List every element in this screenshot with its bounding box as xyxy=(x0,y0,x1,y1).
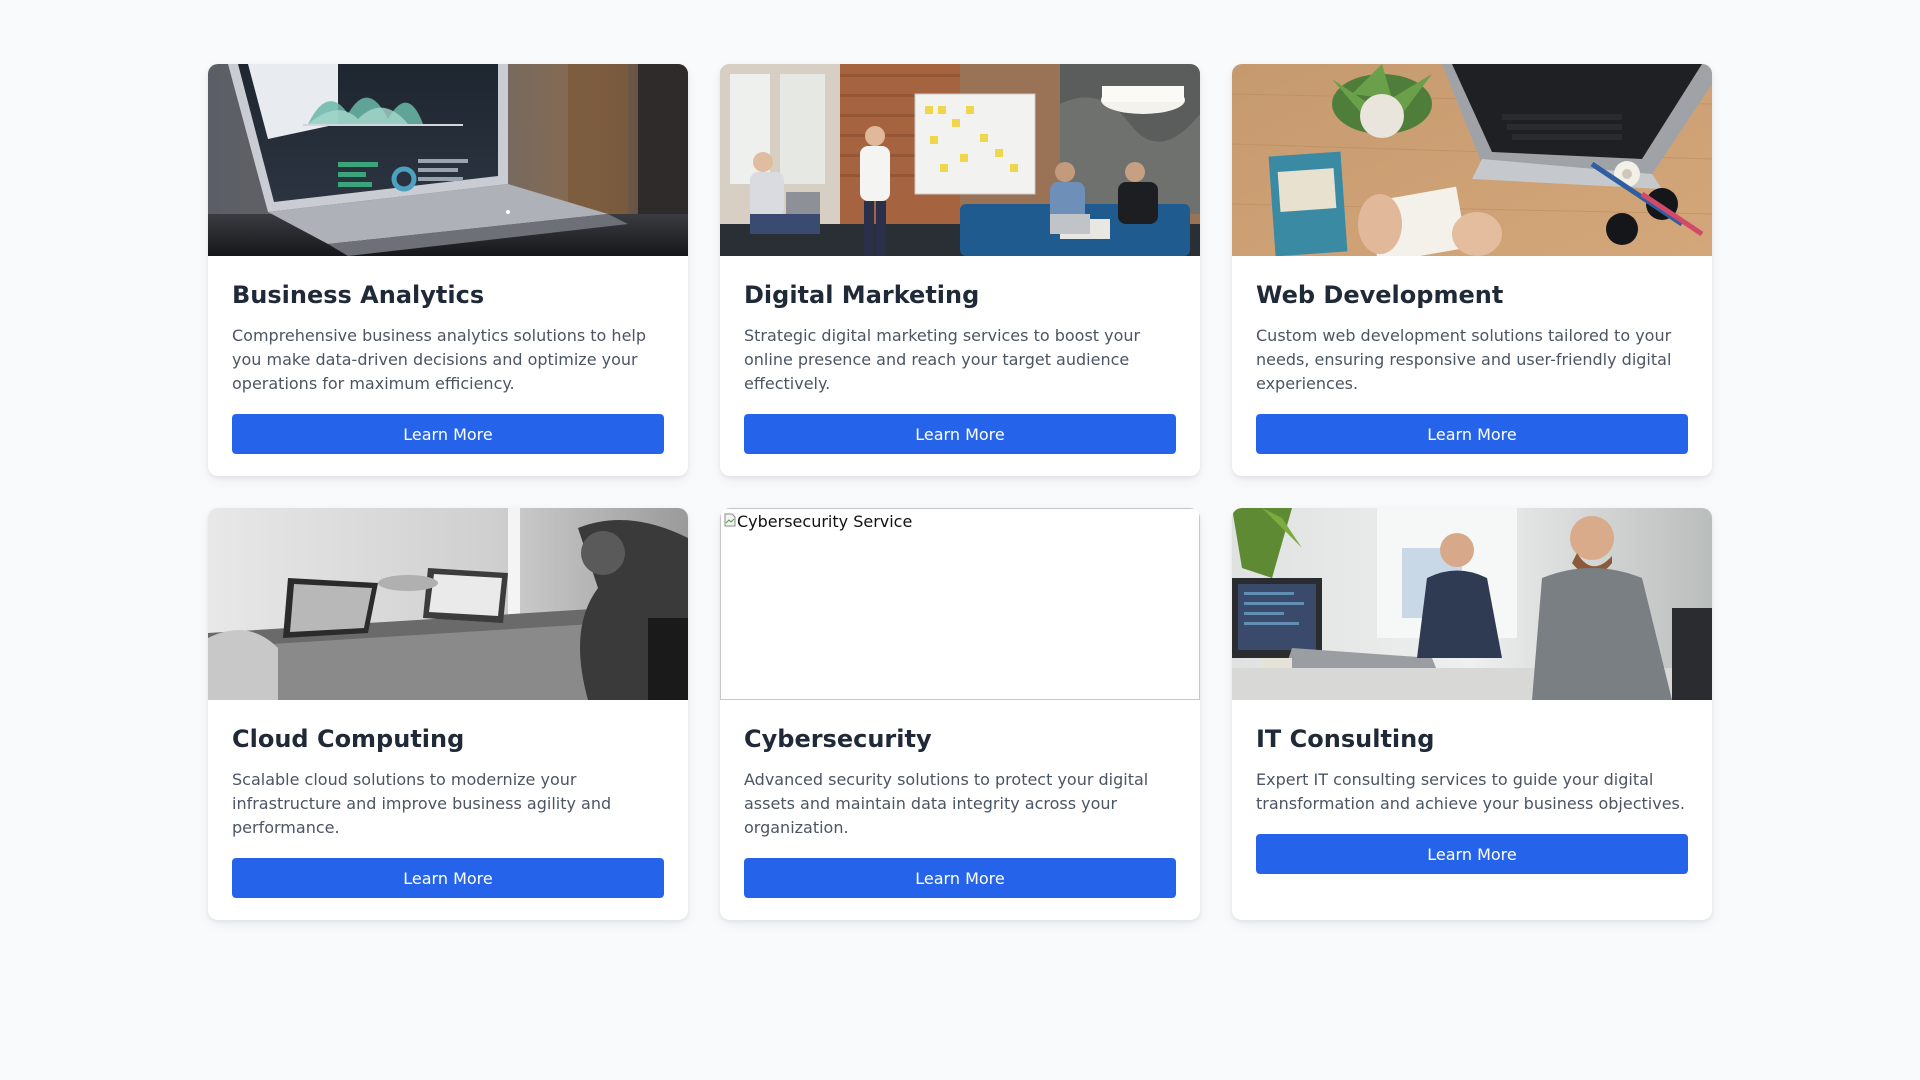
services-grid: Business Analytics Comprehensive busines… xyxy=(208,64,1712,920)
digital-marketing-image xyxy=(720,64,1200,256)
card-description: Expert IT consulting services to guide y… xyxy=(1256,770,1685,813)
card-title: Web Development xyxy=(1256,281,1504,309)
service-card-it-consulting: IT Consulting Expert IT consulting servi… xyxy=(1232,508,1712,920)
card-description: Comprehensive business analytics solutio… xyxy=(232,326,647,393)
card-body: Cybersecurity Advanced security solution… xyxy=(720,700,1200,920)
card-body: Business Analytics Comprehensive busines… xyxy=(208,256,688,476)
card-body: Digital Marketing Strategic digital mark… xyxy=(720,256,1200,476)
cybersecurity-image-broken: Cybersecurity Service xyxy=(720,508,1200,700)
card-title: Cybersecurity xyxy=(744,725,932,753)
service-card-cloud-computing: Cloud Computing Scalable cloud solutions… xyxy=(208,508,688,920)
card-body: Web Development Custom web development s… xyxy=(1232,256,1712,476)
card-title: Digital Marketing xyxy=(744,281,980,309)
learn-more-button[interactable]: Learn More xyxy=(232,414,664,454)
card-title: IT Consulting xyxy=(1256,725,1435,753)
service-card-digital-marketing: Digital Marketing Strategic digital mark… xyxy=(720,64,1200,476)
card-description: Custom web development solutions tailore… xyxy=(1256,326,1672,393)
web-development-image xyxy=(1232,64,1712,256)
card-title: Cloud Computing xyxy=(232,725,465,753)
card-description: Advanced security solutions to protect y… xyxy=(744,770,1149,837)
learn-more-button[interactable]: Learn More xyxy=(744,414,1176,454)
image-alt-text: Cybersecurity Service xyxy=(737,512,913,531)
service-card-web-development: Web Development Custom web development s… xyxy=(1232,64,1712,476)
learn-more-button[interactable]: Learn More xyxy=(1256,834,1688,874)
service-card-cybersecurity: Cybersecurity Service Cybersecurity Adva… xyxy=(720,508,1200,920)
cloud-computing-image xyxy=(208,508,688,700)
learn-more-button[interactable]: Learn More xyxy=(744,858,1176,898)
card-description: Scalable cloud solutions to modernize yo… xyxy=(232,770,612,837)
broken-image-icon xyxy=(724,513,736,527)
card-title: Business Analytics xyxy=(232,281,485,309)
business-analytics-image xyxy=(208,64,688,256)
card-body: IT Consulting Expert IT consulting servi… xyxy=(1232,700,1712,898)
it-consulting-image xyxy=(1232,508,1712,700)
card-description: Strategic digital marketing services to … xyxy=(744,326,1141,393)
card-body: Cloud Computing Scalable cloud solutions… xyxy=(208,700,688,920)
service-card-business-analytics: Business Analytics Comprehensive busines… xyxy=(208,64,688,476)
learn-more-button[interactable]: Learn More xyxy=(1256,414,1688,454)
learn-more-button[interactable]: Learn More xyxy=(232,858,664,898)
